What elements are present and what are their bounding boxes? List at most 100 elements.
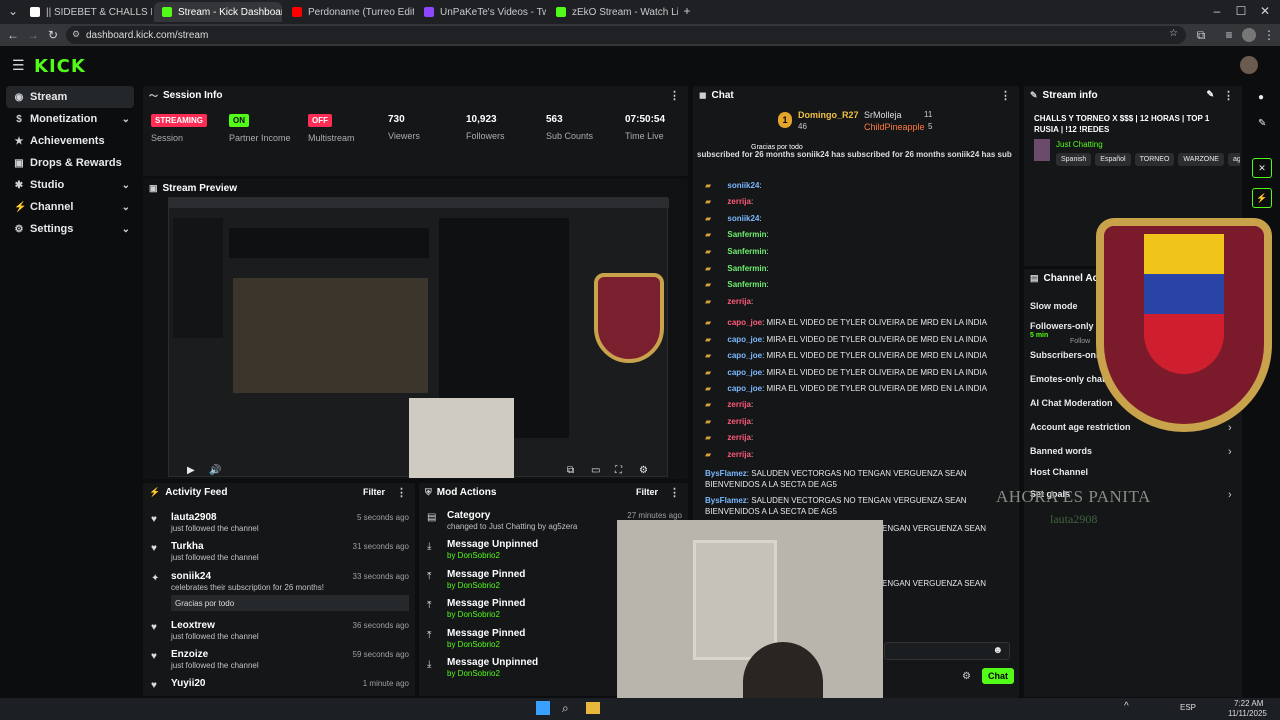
browser-tab-2[interactable]: Stream - Kick Dashboard✕ — [154, 2, 282, 22]
site-info-icon[interactable]: ⚙ — [72, 29, 80, 40]
send-chat-button[interactable]: Chat — [982, 668, 1014, 684]
chat-username[interactable]: zerrija — [727, 417, 751, 426]
new-tab-icon[interactable]: + — [680, 4, 694, 18]
user-avatar[interactable] — [1240, 56, 1258, 74]
hamburger-menu-icon[interactable]: ☰ — [12, 57, 25, 74]
theater-icon[interactable]: ▭ — [591, 465, 600, 476]
sidebar-item-drops[interactable]: ▣ Drops & Rewards — [6, 152, 134, 174]
chat-username[interactable]: capo_joe — [727, 335, 762, 344]
tag: Spanish — [1056, 153, 1092, 166]
sub-message: Gracias por todo — [171, 595, 409, 611]
sidebar-item-channel[interactable]: ⚡ Channel ⌄ — [6, 196, 134, 218]
emotes-only-toggle[interactable]: Emotes-only chat — [1030, 374, 1105, 384]
chat-message: ▰ capo_joe: MIRA EL VIDEO DE TYLER OLIVE… — [705, 333, 987, 346]
chat-username[interactable]: capo_joe — [727, 318, 762, 327]
address-bar[interactable]: ⚙ dashboard.kick.com/stream ☆ — [66, 26, 1186, 44]
chat-username[interactable]: Sanfermin — [727, 247, 766, 256]
subscribers-only-toggle[interactable]: Subscribers-only — [1030, 350, 1104, 360]
file-explorer-icon[interactable] — [586, 702, 600, 714]
chat-text: : — [759, 181, 762, 190]
slow-mode-toggle[interactable]: Slow mode — [1030, 301, 1078, 311]
chat-text: : MIRA EL VIDEO DE TYLER OLIVEIRA DE MRD… — [762, 384, 988, 393]
sidebar-item-achievements[interactable]: ★ Achievements — [6, 130, 134, 152]
sidebar-item-monetization[interactable]: $ Monetization ⌄ — [6, 108, 134, 130]
chat-message: ▰ soniik24: — [705, 179, 762, 192]
chat-message: ▰ capo_joe: MIRA EL VIDEO DE TYLER OLIVE… — [705, 316, 987, 329]
bolt-icon[interactable]: ⚡ — [1252, 188, 1272, 208]
chat-username[interactable]: capo_joe — [727, 368, 762, 377]
search-icon[interactable]: ⌕ — [562, 701, 569, 716]
language-indicator[interactable]: ESP — [1180, 703, 1196, 712]
edit-icon[interactable]: ✎ — [1258, 118, 1266, 129]
minimize-icon[interactable]: – — [1210, 4, 1224, 18]
chat-username[interactable]: zerrija — [727, 297, 751, 306]
pip-icon[interactable]: ⧉ — [567, 465, 574, 476]
unpin-icon: ⤓ — [427, 541, 432, 552]
filter-button[interactable]: Filter — [363, 487, 385, 497]
followers-only-toggle[interactable]: Followers-only c — [1030, 321, 1101, 331]
play-icon[interactable]: ▶ — [187, 465, 195, 476]
more-icon[interactable]: ⋮ — [396, 486, 407, 499]
clock-date[interactable]: 11/11/2025 — [1228, 709, 1267, 718]
top-gifter[interactable]: Domingo_R27 — [798, 110, 859, 120]
preview-video[interactable] — [168, 197, 669, 478]
mod-icon[interactable]: ✕ — [1252, 158, 1272, 178]
edit-icon[interactable]: ✎ — [1206, 89, 1214, 100]
chat-username[interactable]: capo_joe — [727, 351, 762, 360]
chat-username[interactable]: Sanfermin — [727, 280, 766, 289]
forward-icon[interactable]: → — [26, 28, 40, 42]
maximize-icon[interactable]: ☐ — [1234, 4, 1248, 18]
chat-input[interactable]: ☻ — [884, 642, 1010, 660]
browser-menu-icon[interactable]: ⋮ — [1262, 28, 1276, 42]
back-icon[interactable]: ← — [6, 28, 20, 42]
host-channel-button[interactable]: Host Channel — [1030, 467, 1088, 477]
category-link[interactable]: Just Chatting — [1056, 140, 1103, 149]
fullscreen-icon[interactable]: ⛶ — [615, 465, 622, 476]
chat-username[interactable]: soniik24 — [727, 214, 759, 223]
chat-settings-icon[interactable]: ⚙ — [962, 671, 971, 682]
heart-icon: ♥ — [151, 651, 157, 662]
browser-tab-1[interactable]: || SIDEBET & CHALLS LATAM PL✕ — [22, 2, 152, 22]
window-close-icon[interactable]: ✕ — [1258, 4, 1272, 18]
settings-gear-icon[interactable]: ⚙ — [639, 465, 648, 476]
info-icon[interactable]: ● — [1258, 92, 1264, 103]
tab-search-icon[interactable]: ⌄ — [6, 4, 20, 18]
sidebar-item-stream[interactable]: ◉ Stream — [6, 86, 134, 108]
chat-text: : — [766, 280, 769, 289]
more-icon[interactable]: ⋮ — [1000, 89, 1011, 102]
chat-username[interactable]: zerrija — [727, 400, 751, 409]
stat-time-live: 07:50:54 Time Live — [625, 114, 666, 141]
chat-username[interactable]: capo_joe — [727, 384, 762, 393]
chat-username[interactable]: zerrija — [727, 433, 751, 442]
ai-moderation-toggle[interactable]: AI Chat Moderation — [1030, 398, 1113, 408]
banned-words-button[interactable]: Banned words — [1030, 446, 1092, 456]
clock-time[interactable]: 7:22 AM — [1234, 699, 1263, 708]
reload-icon[interactable]: ↻ — [46, 28, 60, 42]
filter-button[interactable]: Filter — [636, 487, 658, 497]
tray-chevron-icon[interactable]: ^ — [1124, 701, 1129, 712]
more-icon[interactable]: ⋮ — [669, 486, 680, 499]
windows-start-icon[interactable] — [536, 701, 550, 715]
browser-tab-5[interactable]: zEkO Stream - Watch Live on K✕ — [548, 2, 678, 22]
chat-username[interactable]: zerrija — [727, 450, 751, 459]
chat-username[interactable]: soniik24 — [727, 181, 759, 190]
chat-username[interactable]: Sanfermin — [727, 230, 766, 239]
chat-message: ▰ zerrija: — [705, 431, 753, 444]
more-icon[interactable]: ⋮ — [669, 89, 680, 102]
stream-icon: ◉ — [14, 91, 24, 103]
chat-username[interactable]: zerrija — [727, 197, 751, 206]
volume-icon[interactable]: 🔊 — [209, 465, 221, 476]
extensions-icon[interactable]: ⧉ — [1194, 28, 1208, 42]
chat-username[interactable]: Sanfermin — [727, 264, 766, 273]
sidebar-item-studio[interactable]: ✱ Studio ⌄ — [6, 174, 134, 196]
emoji-icon[interactable]: ☻ — [992, 645, 1003, 656]
downloads-icon[interactable]: ≡ — [1222, 28, 1236, 42]
account-age-button[interactable]: Account age restriction — [1030, 422, 1131, 432]
bookmark-star-icon[interactable]: ☆ — [1169, 28, 1178, 39]
browser-tab-3[interactable]: Perdoname (Turreo Edit) || Blar✕ — [284, 2, 414, 22]
profile-avatar[interactable] — [1242, 28, 1256, 42]
browser-tab-4[interactable]: UnPaKeTe's Videos - Twitch✕ — [416, 2, 546, 22]
kick-logo[interactable]: KICK — [34, 56, 86, 77]
more-icon[interactable]: ⋮ — [1223, 89, 1234, 102]
sidebar-item-settings[interactable]: ⚙ Settings ⌄ — [6, 218, 134, 240]
